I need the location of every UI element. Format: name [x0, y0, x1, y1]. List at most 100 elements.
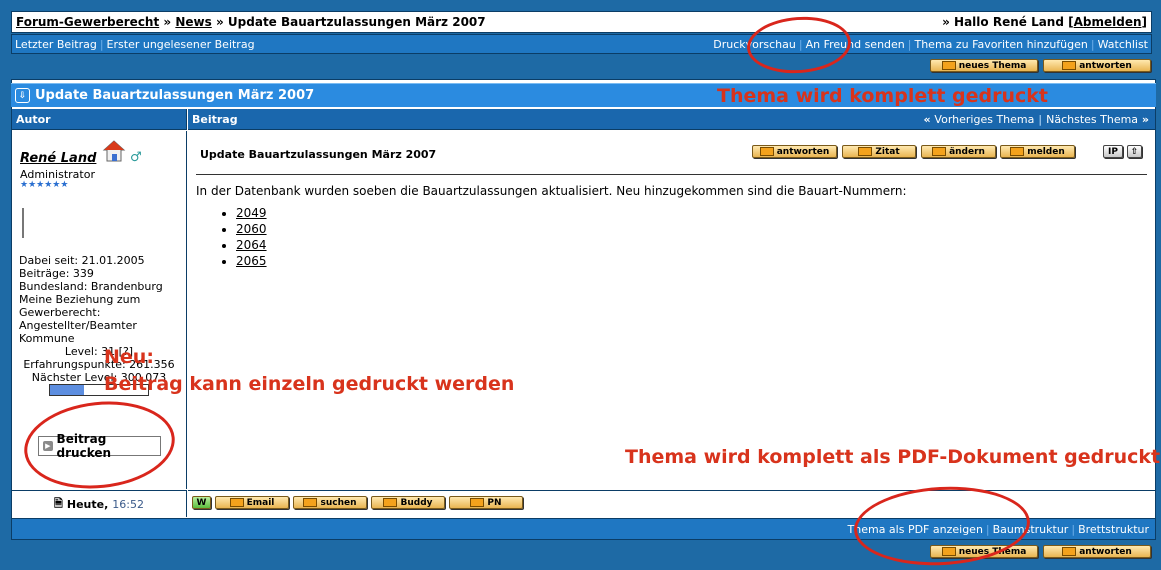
post-date: Heute,: [66, 497, 109, 511]
post-body: In der Datenbank wurden soeben die Bauar…: [196, 184, 907, 198]
breadcrumb-separator: »: [163, 15, 172, 29]
reply-button-bottom[interactable]: antworten: [1043, 545, 1151, 558]
scroll-up-button[interactable]: ⇧: [1127, 145, 1142, 158]
next-arrow-icon: »: [1141, 112, 1149, 126]
user-greeting: » Hallo René Land [Abmelden]: [942, 15, 1147, 29]
arrow-up-icon: ⇧: [1130, 146, 1139, 157]
envelope-icon: [229, 498, 244, 507]
sub-navigation: Letzter Beitrag | Erster ungelesener Beitr…: [11, 34, 1152, 54]
experience-points: Erfahrungspunkte: 261.356: [23, 358, 175, 371]
report-label: melden: [1027, 146, 1065, 157]
email-label: Email: [246, 497, 275, 508]
relation-label-2: Gewerberecht:: [19, 306, 101, 319]
download-icon[interactable]: ⇩: [15, 88, 30, 103]
first-unread-link[interactable]: Erster ungelesener Beitrag: [107, 38, 255, 51]
author-name[interactable]: René Land: [20, 151, 96, 166]
bauart-link[interactable]: 2049: [236, 206, 267, 220]
post-time: 16:52: [112, 497, 144, 511]
pencil-icon: [1062, 61, 1077, 70]
author-column-label: Autor: [16, 112, 51, 126]
reply-button-top[interactable]: antworten: [1043, 59, 1151, 72]
annotation-print-single: Beitrag kann einzeln gedruckt werden: [104, 373, 515, 395]
relation-value: Angestellter/Beamter Kommune: [19, 319, 137, 345]
greeting-text: » Hallo René Land [: [942, 15, 1074, 29]
list-item: 2060: [236, 221, 267, 237]
pencil-icon: [941, 61, 956, 70]
list-item: 2049: [236, 205, 267, 221]
prev-arrow-icon: «: [923, 112, 931, 126]
last-post-link[interactable]: Letzter Beitrag: [15, 38, 97, 51]
next-topic-link[interactable]: Nächstes Thema: [1046, 113, 1138, 126]
website-button[interactable]: W: [192, 496, 211, 509]
pm-label: PN: [487, 497, 502, 508]
column-post-header: Beitrag « Vorheriges Thema | Nächstes Th…: [188, 109, 1155, 130]
breadcrumb-separator: »: [215, 15, 224, 29]
breadcrumb-bar: Forum-Gewerberecht » News » Update Bauar…: [11, 11, 1152, 33]
thread-title: Update Bauartzulassungen März 2007: [35, 88, 315, 103]
ip-label: IP: [1108, 146, 1118, 157]
pencil-icon: [1062, 547, 1077, 556]
rank-stars: ★★★★★★: [20, 180, 69, 190]
annotation-new: Neu:: [104, 346, 154, 368]
edit-label: ändern: [949, 146, 985, 157]
post-column-label: Beitrag: [192, 112, 238, 126]
previous-topic-link[interactable]: Vorheriges Thema: [934, 113, 1034, 126]
avatar: [22, 208, 24, 238]
ip-button[interactable]: IP: [1103, 145, 1123, 158]
user-icon: [383, 498, 398, 507]
edit-button[interactable]: ändern: [921, 145, 996, 158]
quote-button[interactable]: Zitat: [842, 145, 916, 158]
search-button[interactable]: suchen: [293, 496, 367, 509]
document-icon: 🗎: [54, 496, 63, 510]
bauart-link[interactable]: 2064: [236, 238, 267, 252]
post-reply-button[interactable]: antworten: [752, 145, 837, 158]
breadcrumb-forum-link[interactable]: Forum-Gewerberecht: [16, 15, 159, 29]
bauart-link[interactable]: 2060: [236, 222, 267, 236]
member-since: Dabei seit: 21.01.2005: [19, 254, 145, 267]
male-gender-icon: ♂: [130, 150, 142, 165]
add-favorite-link[interactable]: Thema zu Favoriten hinzufügen: [914, 38, 1087, 51]
search-label: suchen: [320, 497, 357, 508]
buddy-label: Buddy: [400, 497, 433, 508]
author-details: Dabei seit: 21.01.2005 Beiträge: 339 Bun…: [19, 254, 186, 345]
state: Bundesland: Brandenburg: [19, 280, 163, 293]
level: Level: 31 [?]: [64, 345, 134, 358]
post-date-cell: 🗎 Heute, 16:52: [12, 490, 187, 517]
home-icon[interactable]: [102, 139, 126, 162]
edit-icon: [932, 147, 947, 156]
relation-label: Meine Beziehung zum: [19, 293, 141, 306]
list-item: 2065: [236, 253, 267, 269]
report-button[interactable]: melden: [1000, 145, 1075, 158]
pencil-icon: [759, 147, 774, 156]
post-divider: [196, 174, 1147, 175]
quote-label: Zitat: [875, 146, 900, 157]
breadcrumb-news-link[interactable]: News: [175, 15, 211, 29]
bauart-list: 2049 2060 2064 2065: [196, 205, 267, 269]
watchlist-link[interactable]: Watchlist: [1098, 38, 1148, 51]
annotation-print-pdf: Thema wird komplett als PDF-Dokument ged…: [625, 446, 1161, 468]
level-progress-fill: [50, 385, 85, 395]
search-icon: [303, 498, 318, 507]
pm-button[interactable]: PN: [449, 496, 523, 509]
topic-navigation: « Vorheriges Thema | Nächstes Thema »: [923, 112, 1149, 126]
list-item: 2064: [236, 237, 267, 253]
new-topic-label: neues Thema: [958, 60, 1027, 71]
bauart-link[interactable]: 2065: [236, 254, 267, 268]
post-title: Update Bauartzulassungen März 2007: [200, 148, 437, 161]
reply-label: antworten: [1079, 546, 1132, 557]
post-panel: Update Bauartzulassungen März 2007 In de…: [188, 131, 1155, 489]
new-topic-button-top[interactable]: neues Thema: [930, 59, 1038, 72]
post-count: Beiträge: 339: [19, 267, 94, 280]
message-icon: [470, 498, 485, 507]
logout-link[interactable]: Abmelden: [1074, 15, 1142, 29]
email-button[interactable]: Email: [215, 496, 289, 509]
annotation-print-full: Thema wird komplett gedruckt: [717, 85, 1048, 107]
quote-icon: [858, 147, 873, 156]
breadcrumb: Forum-Gewerberecht » News » Update Bauar…: [16, 15, 486, 29]
website-label: W: [196, 497, 207, 508]
column-author-header: Autor: [12, 109, 187, 130]
buddy-button[interactable]: Buddy: [371, 496, 445, 509]
breadcrumb-current-topic: Update Bauartzulassungen März 2007: [227, 15, 486, 29]
warning-icon: [1010, 147, 1025, 156]
board-structure-link[interactable]: Brettstruktur: [1078, 523, 1149, 536]
